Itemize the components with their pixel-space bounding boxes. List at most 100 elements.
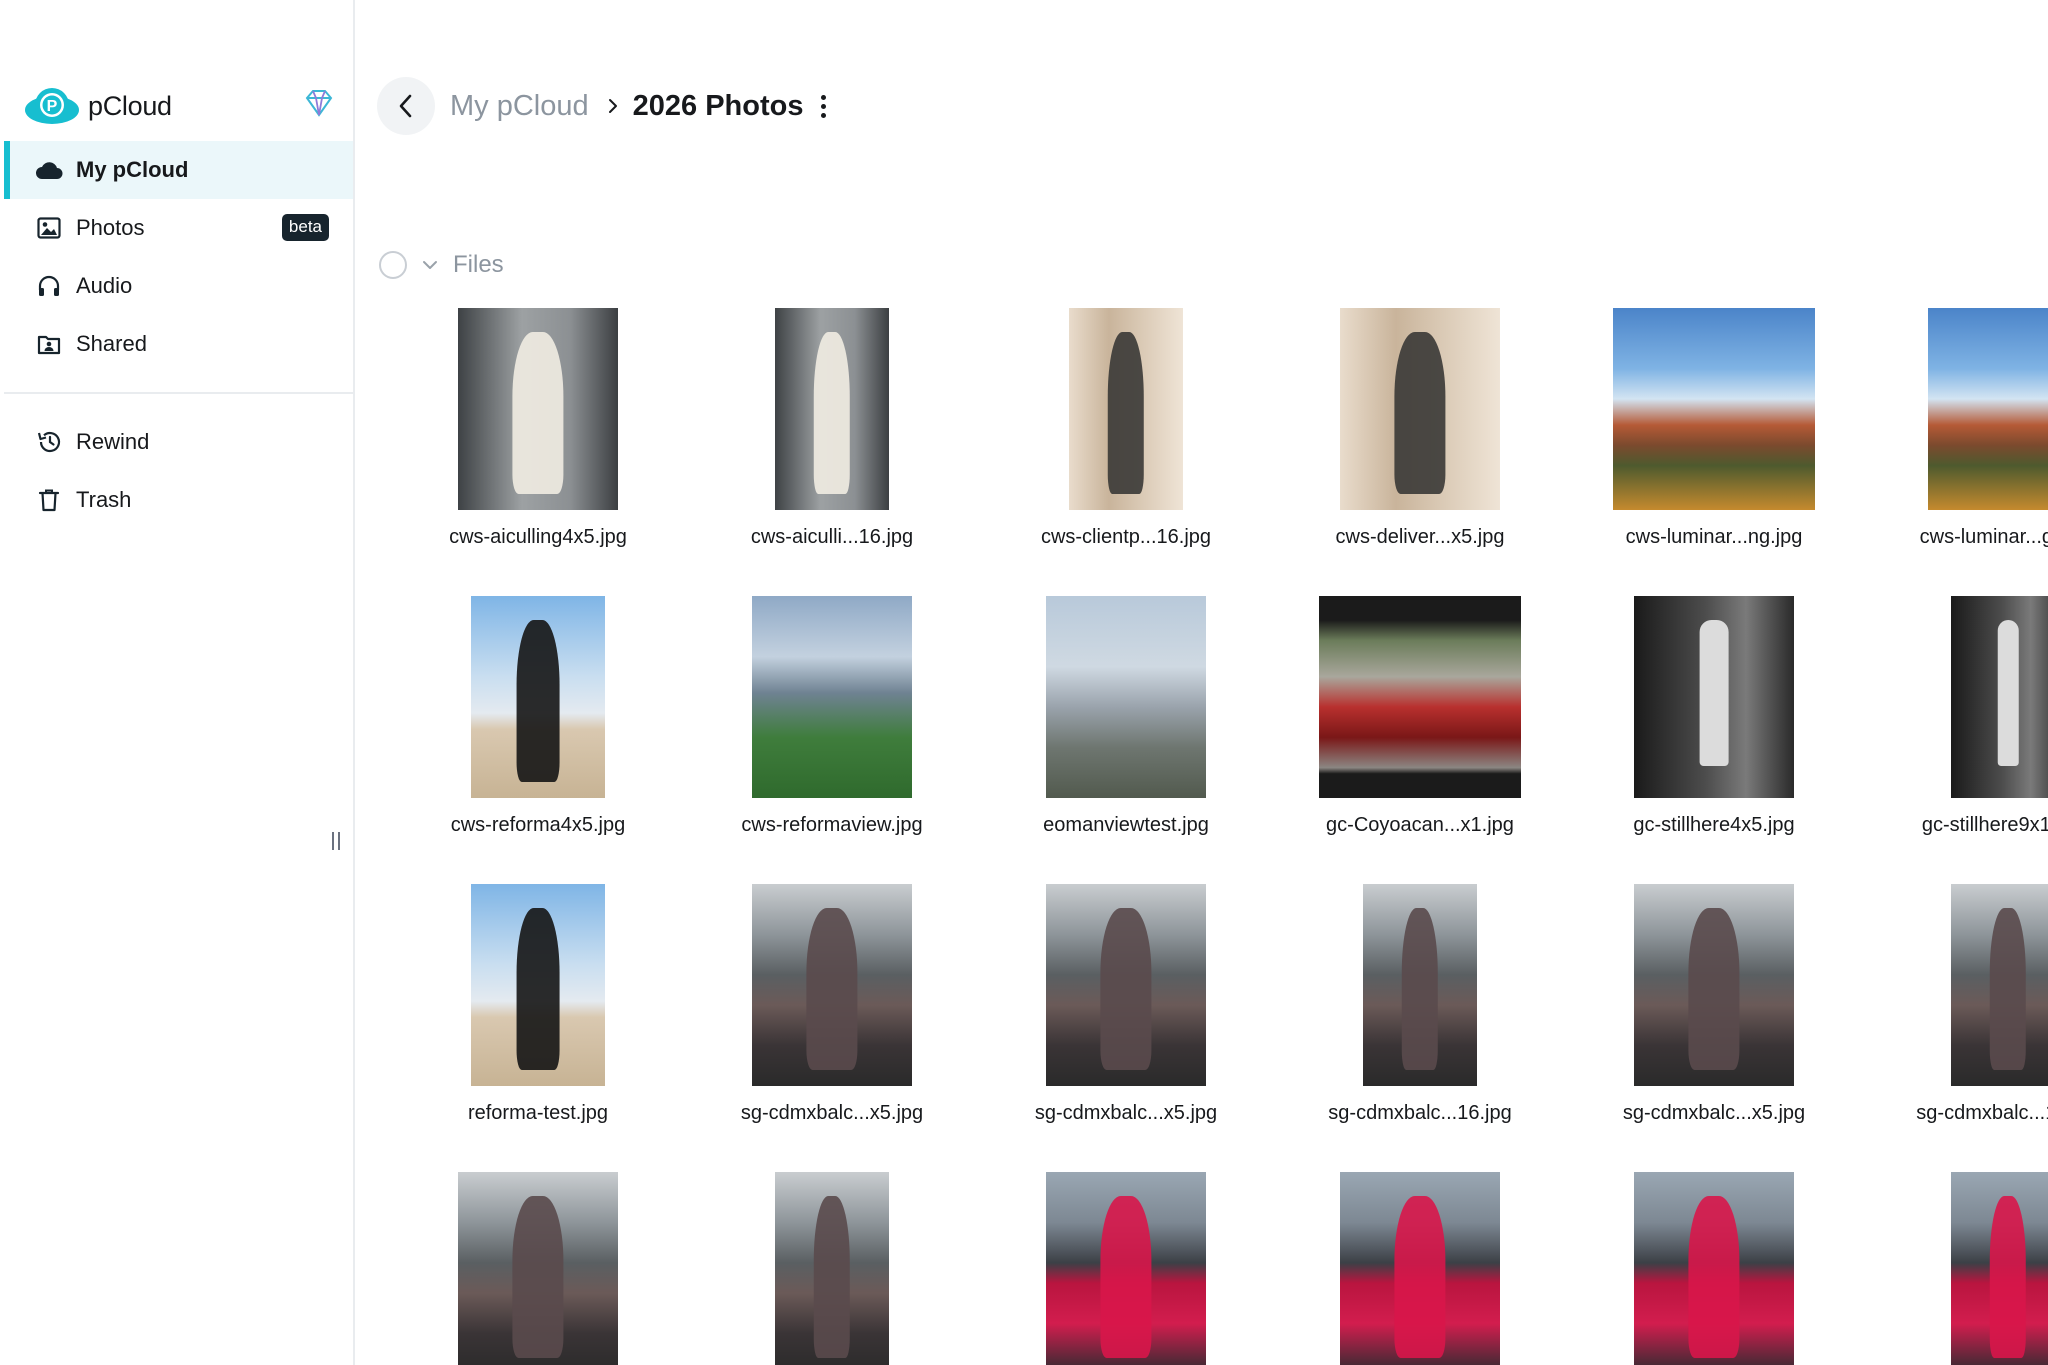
sidebar-divider bbox=[4, 392, 353, 394]
file-tile[interactable]: sg-cdmxbalc...16.jpg bbox=[1270, 876, 1570, 1136]
file-name: sg-cdmxbalc...x5.jpg bbox=[1034, 1102, 1218, 1124]
file-tile[interactable]: gc-Coyoacan...x1.jpg bbox=[1270, 588, 1570, 848]
thumbnail-frame bbox=[1594, 876, 1834, 1086]
file-tile[interactable] bbox=[388, 1164, 688, 1365]
thumbnail-frame bbox=[1006, 300, 1246, 510]
file-tile[interactable]: cws-reformaview.jpg bbox=[682, 588, 982, 848]
file-tile[interactable] bbox=[682, 1164, 982, 1365]
photo-subject bbox=[1997, 620, 2019, 766]
trash-icon bbox=[34, 485, 64, 515]
chevron-left-icon bbox=[399, 94, 412, 118]
svg-text:P: P bbox=[47, 98, 58, 115]
file-name: sg-cdmxbalc...16.jpg bbox=[1916, 1102, 2048, 1124]
file-tile[interactable]: sg-cdmxbalc...x5.jpg bbox=[976, 876, 1276, 1136]
thumbnail-frame bbox=[1888, 300, 2048, 510]
file-name: sg-cdmxbalc...16.jpg bbox=[1328, 1102, 1512, 1124]
files-section-header: Files bbox=[379, 250, 504, 280]
sidebar-item-my-pcloud[interactable]: My pCloud bbox=[4, 141, 353, 199]
photo-subject bbox=[516, 620, 560, 782]
image-icon bbox=[34, 213, 64, 243]
thumbnail-frame bbox=[712, 1164, 952, 1365]
file-tile[interactable]: cws-reforma4x5.jpg bbox=[388, 588, 688, 848]
thumbnail-frame bbox=[1006, 588, 1246, 798]
select-all-checkbox[interactable] bbox=[379, 251, 407, 279]
photo-subject bbox=[1688, 1196, 1740, 1358]
file-thumbnail bbox=[458, 1172, 618, 1365]
file-tile[interactable]: sg-cdmxbalc...16.jpg bbox=[1858, 876, 2048, 1136]
file-tile[interactable]: cws-luminar...ng.jpg bbox=[1564, 300, 1864, 560]
cloud-icon bbox=[34, 155, 64, 185]
file-tile[interactable]: cws-deliver...x5.jpg bbox=[1270, 300, 1570, 560]
file-tile[interactable]: cws-aiculli...16.jpg bbox=[682, 300, 982, 560]
file-name: eomanviewtest.jpg bbox=[1043, 814, 1209, 836]
diamond-icon[interactable] bbox=[304, 88, 334, 118]
photo-subject bbox=[1401, 908, 1439, 1070]
file-tile[interactable] bbox=[976, 1164, 1276, 1365]
photo-subject bbox=[516, 908, 560, 1070]
file-tile[interactable]: cws-luminar...g2.jpg bbox=[1858, 300, 2048, 560]
file-thumbnail bbox=[775, 308, 889, 510]
thumbnail-frame bbox=[712, 300, 952, 510]
file-tile[interactable]: cws-aiculling4x5.jpg bbox=[388, 300, 688, 560]
back-button[interactable] bbox=[377, 77, 435, 135]
more-options-icon[interactable] bbox=[817, 91, 830, 122]
file-thumbnail bbox=[1069, 308, 1183, 510]
file-name: sg-cdmxbalc...x5.jpg bbox=[1622, 1102, 1806, 1124]
sidebar-item-label: Trash bbox=[76, 487, 132, 512]
file-tile[interactable]: gc-stillhere4x5.jpg bbox=[1564, 588, 1864, 848]
file-thumbnail bbox=[1613, 308, 1815, 510]
photo-subject bbox=[1107, 332, 1145, 494]
photo-subject bbox=[1989, 908, 2027, 1070]
file-tile[interactable]: reforma-test.jpg bbox=[388, 876, 688, 1136]
thumbnail-frame bbox=[418, 300, 658, 510]
file-thumbnail bbox=[1046, 1172, 1206, 1365]
file-thumbnail bbox=[1634, 884, 1794, 1086]
thumbnail-frame bbox=[1300, 300, 1540, 510]
sidebar-item-label: Shared bbox=[76, 331, 147, 356]
photo-subject bbox=[1394, 1196, 1446, 1358]
file-tile[interactable]: eomanviewtest.jpg bbox=[976, 588, 1276, 848]
file-name: cws-aiculli...16.jpg bbox=[750, 526, 914, 548]
file-tile[interactable]: cws-clientp...16.jpg bbox=[976, 300, 1276, 560]
file-tile[interactable]: gc-stillhere9x16.jpg bbox=[1858, 588, 2048, 848]
file-name: cws-clientp...16.jpg bbox=[1040, 526, 1212, 548]
app-name: pCloud bbox=[88, 90, 172, 121]
thumbnail-frame bbox=[1300, 876, 1540, 1086]
thumbnail-frame bbox=[712, 588, 952, 798]
sidebar-item-rewind[interactable]: Rewind bbox=[4, 413, 353, 471]
file-tile[interactable] bbox=[1858, 1164, 2048, 1365]
sidebar-item-trash[interactable]: Trash bbox=[4, 471, 353, 529]
headphones-icon bbox=[34, 271, 64, 301]
photo-subject bbox=[1699, 620, 1729, 766]
file-name: cws-reforma4x5.jpg bbox=[450, 814, 626, 836]
logo[interactable]: P pCloud bbox=[24, 82, 334, 130]
file-tile[interactable]: sg-cdmxbalc...x5.jpg bbox=[1564, 876, 1864, 1136]
shared-folder-icon bbox=[34, 329, 64, 359]
file-name: sg-cdmxbalc...x5.jpg bbox=[740, 1102, 924, 1124]
file-name: cws-deliver...x5.jpg bbox=[1335, 526, 1505, 548]
file-name: gc-stillhere9x16.jpg bbox=[1921, 814, 2048, 836]
breadcrumb-root[interactable]: My pCloud bbox=[450, 90, 589, 123]
file-thumbnail bbox=[1928, 308, 2048, 510]
sidebar-item-label: My pCloud bbox=[76, 157, 189, 182]
file-thumbnail bbox=[1634, 596, 1794, 798]
file-thumbnail bbox=[1046, 884, 1206, 1086]
file-name: reforma-test.jpg bbox=[467, 1102, 609, 1124]
chevron-down-icon[interactable] bbox=[421, 259, 439, 271]
photo-subject bbox=[512, 1196, 564, 1358]
chevron-right-icon bbox=[607, 97, 619, 115]
sidebar-item-shared[interactable]: Shared bbox=[4, 315, 353, 373]
file-tile[interactable]: sg-cdmxbalc...x5.jpg bbox=[682, 876, 982, 1136]
sidebar: P pCloud My pCloud Photos beta Audio Sha… bbox=[0, 0, 355, 1365]
file-tile[interactable] bbox=[1270, 1164, 1570, 1365]
sidebar-nav: My pCloud Photos beta Audio Shared Rewin… bbox=[4, 141, 353, 529]
photo-subject bbox=[806, 908, 858, 1070]
file-thumbnail bbox=[1634, 1172, 1794, 1365]
file-tile[interactable] bbox=[1564, 1164, 1864, 1365]
sidebar-resize-handle[interactable] bbox=[330, 832, 342, 852]
sidebar-item-photos[interactable]: Photos beta bbox=[4, 199, 353, 257]
file-thumbnail bbox=[1340, 308, 1500, 510]
sidebar-item-label: Rewind bbox=[76, 429, 150, 454]
file-thumbnail bbox=[1363, 884, 1477, 1086]
sidebar-item-audio[interactable]: Audio bbox=[4, 257, 353, 315]
